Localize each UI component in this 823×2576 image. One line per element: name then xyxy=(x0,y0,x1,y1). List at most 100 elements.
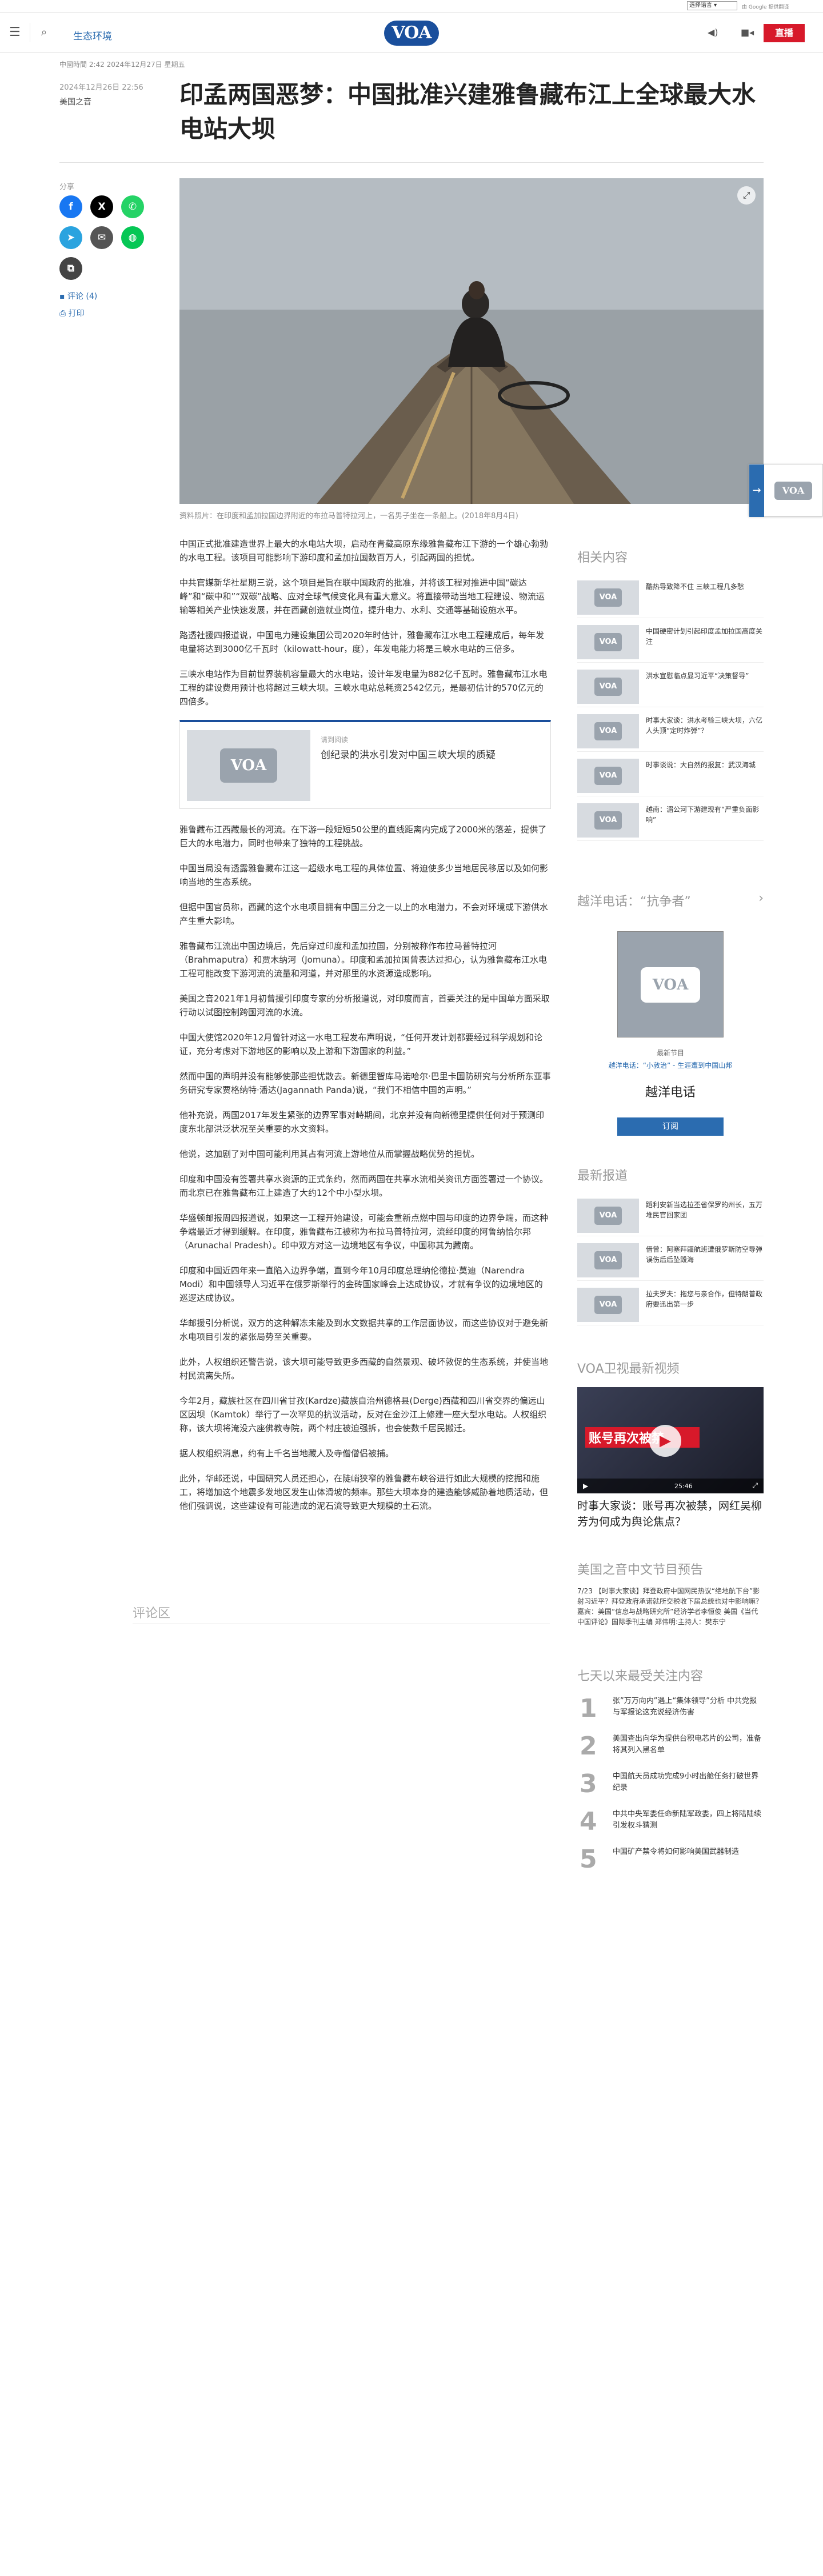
list-item[interactable]: VOA 时事谈说：大自然的报复：武汉海城 xyxy=(577,752,764,796)
article-body: 中国正式批准建造世界上最大的水电站大坝，启动在青藏高原东缘雅鲁藏布江下游的一个雄… xyxy=(179,537,551,1524)
most-popular: 七天以来最受关注内容 1 张”万万向内”遇上“集体领导”分析 中共党报与军报论这充… xyxy=(577,1666,764,1881)
voa-placeholder-logo: VOA xyxy=(594,1251,622,1269)
whatsapp-share-icon[interactable]: ✆ xyxy=(121,195,144,218)
list-item[interactable]: VOA 蹈利安新当选拉丕省保罗的州长，五万堆民官回家团 xyxy=(577,1192,764,1236)
audio-icon[interactable]: ◀) xyxy=(708,27,718,38)
list-item-title[interactable]: 拉夫罗夫：拖您与亲合作，但特朗普政府要迅出第一步 xyxy=(646,1289,764,1309)
list-item-title[interactable]: 中国硬密计划引起印度孟加拉国高度关注 xyxy=(646,626,764,647)
related-thumbnail: VOA xyxy=(187,730,310,801)
search-icon[interactable]: ⌕ xyxy=(41,26,47,38)
print-link[interactable]: ⎙ 打印 xyxy=(59,307,85,319)
video-player[interactable]: 账号再次被禁 ▶ ▶ 25:46 ⤢ xyxy=(577,1387,764,1493)
list-item-title[interactable]: 时事谈说：大自然的报复：武汉海城 xyxy=(646,760,764,770)
voa-placeholder-logo: VOA xyxy=(594,767,622,785)
video-controls xyxy=(577,1479,764,1493)
related-tag: 请到阅读 xyxy=(321,736,349,744)
comments-link-label: 评论 (4) xyxy=(67,292,98,301)
program-heading: 美国之音中文节目预告 xyxy=(577,1563,704,1577)
voa-placeholder-logo: VOA xyxy=(594,1207,622,1225)
radio-heading-label: 越洋电话：“抗争者” xyxy=(577,895,691,909)
live-button[interactable]: 直播 xyxy=(764,24,805,42)
paragraph: 雅鲁藏布江西藏最长的河流。在下游一段短短50公里的直线距离内完成了2000米的落… xyxy=(179,824,547,848)
rank-number: 3 xyxy=(580,1769,597,1798)
list-item[interactable]: VOA 拉夫罗夫：拖您与亲合作，但特朗普政府要迅出第一步 xyxy=(577,1281,764,1325)
paragraph: 美国之音2021年1月初曾援引印度专家的分析报道说，对印度而言，首要关注的是中国… xyxy=(179,993,550,1017)
language-select[interactable]: 选择语言 ▾ xyxy=(687,1,737,10)
radio-caption: 最新节目 xyxy=(656,1049,684,1057)
comments-heading: 评论区 xyxy=(133,1607,171,1621)
radio-program-name: 越洋电话 xyxy=(645,1085,696,1100)
paragraph: 中国当局没有透露雅鲁藏布江这一超级水电工程的具体位置、将迫使多少当地居民移居以及… xyxy=(179,863,549,887)
subscribe-button[interactable]: 订阅 xyxy=(617,1117,724,1136)
fullscreen-icon[interactable]: ⤢ xyxy=(737,186,756,205)
list-item[interactable]: 4 中共中央军委任命新陆军政委，四上将陆陆续引发权斗猜测 xyxy=(577,1805,764,1843)
paragraph: 中国大使馆2020年12月曾针对这一水电工程发布声明说，“任何开发计划都要经过科… xyxy=(179,1032,543,1056)
top-strip: 选择语言 ▾ 由 Google 提供翻译 xyxy=(0,0,823,13)
rank-number: 4 xyxy=(580,1807,597,1836)
google-translate-credit: 由 Google 提供翻译 xyxy=(742,5,789,10)
paragraph: 他说，这加剧了对中国可能利用其占有河流上游地位从而掌握战略优势的担忧。 xyxy=(179,1149,480,1159)
radio-episode-link[interactable]: 越洋电话：“小敦治” - 生涯遭到中国山邦 xyxy=(577,1060,764,1070)
video-icon[interactable]: ■◂ xyxy=(741,27,754,38)
menu-icon[interactable]: ☰ xyxy=(9,26,21,39)
list-item[interactable]: 5 中国矿产禁令将如何影响美国武器制造 xyxy=(577,1843,764,1881)
list-item-title[interactable]: 中国航天员成功完成9小时出舱任务打破世界纪录 xyxy=(613,1771,764,1794)
radio-widget: 越洋电话：“抗争者” › xyxy=(577,891,764,918)
list-item[interactable]: 3 中国航天员成功完成9小时出舱任务打破世界纪录 xyxy=(577,1768,764,1805)
paragraph: 华盛顿邮报周四报道说，如果这一工程开始建设，可能会重新点燃中国与印度的边界争端，… xyxy=(179,1213,549,1251)
radio-heading[interactable]: 越洋电话：“抗争者” › xyxy=(577,891,764,910)
play-small-icon[interactable]: ▶ xyxy=(583,1482,588,1490)
thumbnail: VOA xyxy=(577,1288,639,1322)
comment-icon: ▪ xyxy=(59,292,67,301)
voa-logo[interactable]: VOA xyxy=(384,21,439,46)
list-item[interactable]: VOA 借曾：阿塞拜疆航班遭俄罗斯防空导弹误伤后后坠毁海 xyxy=(577,1236,764,1281)
voa-placeholder-logo: VOA xyxy=(594,588,622,607)
list-item[interactable]: 2 美国查出向华为提供台积电芯片的公司，准备将其列入黑名单 xyxy=(577,1730,764,1768)
rank-number: 5 xyxy=(580,1845,597,1874)
copy-link-icon[interactable]: ⧉ xyxy=(59,257,82,280)
x-share-icon[interactable]: X xyxy=(90,195,113,218)
podcast-cover[interactable]: VOA xyxy=(617,931,724,1037)
related-heading: 相关内容 xyxy=(577,551,628,565)
video-caption[interactable]: 时事大家谈：账号再次被禁，网红吴柳芳为何成为舆论焦点？ xyxy=(577,1498,764,1530)
title-divider xyxy=(59,162,764,163)
paragraph: 华邮援引分析说，双方的这种解冻未能及到水文数据共享的工作层面协议，而这些协议对于… xyxy=(179,1318,549,1342)
email-share-icon[interactable]: ✉ xyxy=(90,226,113,249)
list-item[interactable]: VOA 时事大家谈：洪水考验三峡大坝，六亿人头顶“定时炸弹”？ xyxy=(577,707,764,752)
section-link[interactable]: 生态环境 xyxy=(73,28,112,42)
comments-link[interactable]: ▪ 评论 (4) xyxy=(59,290,97,302)
floating-widget[interactable]: → VOA xyxy=(749,464,823,517)
play-icon[interactable]: ▶ xyxy=(649,1425,681,1457)
most-popular-heading: 七天以来最受关注内容 xyxy=(577,1669,704,1684)
boat-photo xyxy=(179,178,764,504)
paragraph: 印度和中国近四年来一直陷入边界争端，直到今年10月印度总理纳伦德拉·莫迪（Nar… xyxy=(179,1265,543,1303)
author-label: 美国之音 xyxy=(59,98,91,107)
list-item-title[interactable]: 洪水宣慰临点显习近平“决策督导” xyxy=(646,671,764,681)
line-share-icon[interactable]: ◍ xyxy=(121,226,144,249)
related-article-card[interactable]: VOA 请到阅读 创纪录的洪水引发对中国三峡大坝的质疑 xyxy=(179,720,551,809)
list-item-title[interactable]: 张”万万向内”遇上“集体领导”分析 中共党报与军报论这充说经济伤害 xyxy=(613,1696,764,1718)
list-item-title[interactable]: 美国查出向华为提供台积电芯片的公司，准备将其列入黑名单 xyxy=(613,1733,764,1756)
list-item-title[interactable]: 酷热导致降不住 三峡工程几多愁 xyxy=(646,582,764,592)
video-heading: VOA卫视最新视频 xyxy=(577,1362,680,1376)
list-item[interactable]: VOA 越南：湄公河下游建现有“严重负面影响” xyxy=(577,796,764,841)
related-title[interactable]: 创纪录的洪水引发对中国三峡大坝的质疑 xyxy=(321,748,538,762)
list-item-title[interactable]: 中国矿产禁令将如何影响美国武器制造 xyxy=(613,1846,764,1858)
list-item-title[interactable]: 蹈利安新当选拉丕省保罗的州长，五万堆民官回家团 xyxy=(646,1200,764,1220)
latest-heading: 最新报道 xyxy=(577,1169,628,1183)
list-item[interactable]: VOA 洪水宣慰临点显习近平“决策督导” xyxy=(577,663,764,707)
voa-placeholder-logo: VOA xyxy=(774,482,812,500)
list-item[interactable]: VOA 中国硬密计划引起印度孟加拉国高度关注 xyxy=(577,618,764,663)
thumbnail: VOA xyxy=(577,625,639,659)
list-item-title[interactable]: 借曾：阿塞拜疆航班遭俄罗斯防空导弹误伤后后坠毁海 xyxy=(646,1244,764,1265)
list-item[interactable]: VOA 酷热导致降不住 三峡工程几多愁 xyxy=(577,574,764,618)
list-item-title[interactable]: 中共中央军委任命新陆军政委，四上将陆陆续引发权斗猜测 xyxy=(613,1809,764,1832)
list-item[interactable]: 1 张”万万向内”遇上“集体领导”分析 中共党报与军报论这充说经济伤害 xyxy=(577,1692,764,1730)
fullscreen-icon[interactable]: ⤢ xyxy=(752,1481,758,1490)
facebook-share-icon[interactable]: f xyxy=(59,195,82,218)
voa-placeholder-logo: VOA xyxy=(220,748,277,783)
list-item-title[interactable]: 时事大家谈：洪水考验三峡大坝，六亿人头顶“定时炸弹”？ xyxy=(646,715,764,736)
list-item-title[interactable]: 越南：湄公河下游建现有“严重负面影响” xyxy=(646,804,764,825)
telegram-share-icon[interactable]: ➤ xyxy=(59,226,82,249)
expand-arrow-icon[interactable]: → xyxy=(749,464,764,517)
